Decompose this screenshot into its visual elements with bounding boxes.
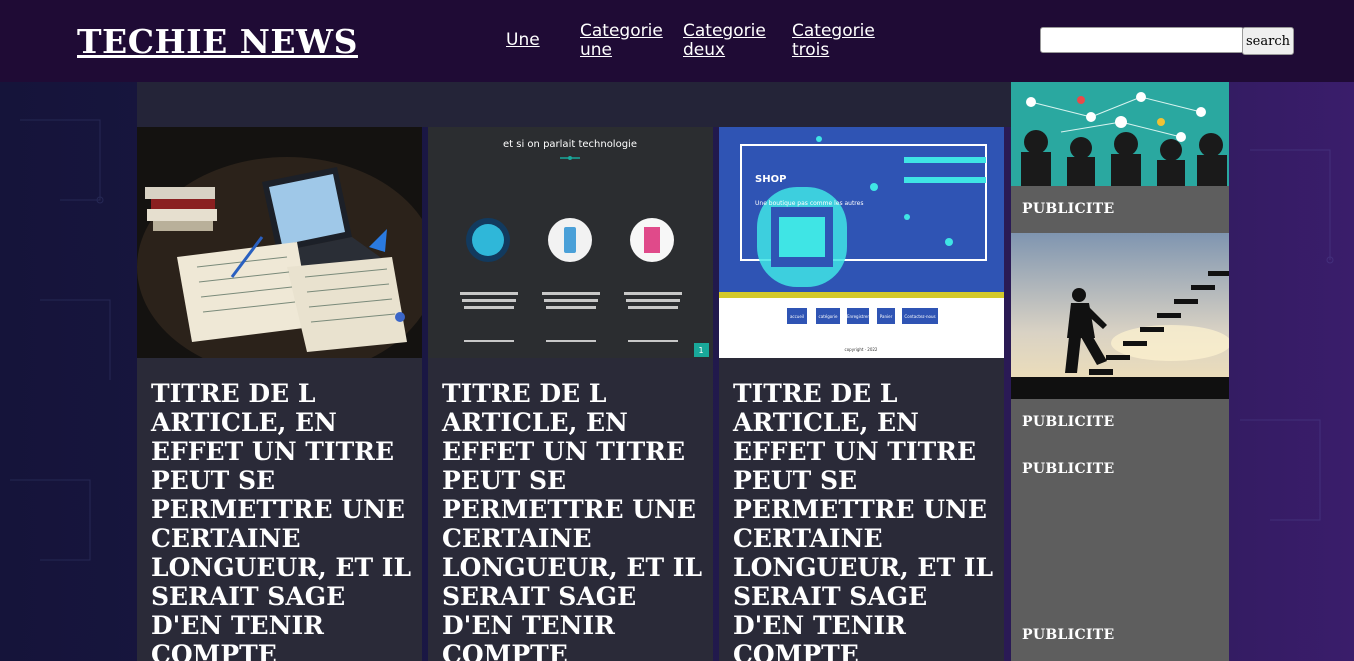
- article-image-website-screenshot[interactable]: et si on parlait technologie 1: [428, 127, 713, 358]
- shop-nav-label: Contactez-nous: [904, 314, 935, 319]
- search-input[interactable]: [1040, 27, 1244, 53]
- nav-label-line2: une: [580, 40, 613, 60]
- nav-label-line2: deux: [683, 40, 726, 60]
- shop-footer: copyright · 2022: [845, 347, 878, 352]
- website-page-badge: 1: [698, 346, 703, 355]
- ad-image-stairs[interactable]: [1011, 233, 1229, 399]
- article-title[interactable]: TITRE DE L ARTICLE, EN EFFET UN TITRE PE…: [442, 379, 704, 661]
- nav-label-line1: Categorie: [792, 21, 875, 41]
- site-logo[interactable]: TECHIE NEWS: [77, 22, 358, 61]
- nav-link-categorie-une[interactable]: Categorie une: [580, 22, 663, 60]
- nav-label: Une: [506, 30, 540, 50]
- article-image-notebook[interactable]: [137, 127, 422, 358]
- shop-nav-label: Enregistrer: [847, 314, 869, 319]
- ad-label: PUBLICITE: [1022, 414, 1115, 430]
- ad-label: PUBLICITE: [1022, 461, 1115, 477]
- content-top-strip: [137, 82, 1011, 127]
- article-title[interactable]: TITRE DE L ARTICLE, EN EFFET UN TITRE PE…: [733, 379, 995, 661]
- nav-label-line2: trois: [792, 40, 830, 60]
- article-image-shop-screenshot[interactable]: SHOP Une boutique pas comme les autres a…: [719, 127, 1004, 358]
- website-heading: et si on parlait technologie: [503, 139, 637, 150]
- article-card[interactable]: SHOP Une boutique pas comme les autres a…: [719, 127, 1004, 661]
- nav-link-categorie-trois[interactable]: Categorie trois: [792, 22, 875, 60]
- nav-label-line1: Categorie: [580, 21, 663, 41]
- article-card[interactable]: TITRE DE L ARTICLE, EN EFFET UN TITRE PE…: [137, 127, 422, 661]
- shop-title: SHOP: [755, 174, 786, 185]
- shop-nav-label: catégorie: [819, 314, 838, 319]
- nav-label-line1: Categorie: [683, 21, 766, 41]
- ad-image-network-people[interactable]: [1011, 82, 1229, 186]
- shop-nav-label: accueil: [790, 314, 804, 319]
- ad-label: PUBLICITE: [1022, 627, 1115, 643]
- article-title[interactable]: TITRE DE L ARTICLE, EN EFFET UN TITRE PE…: [151, 379, 413, 661]
- shop-tagline: Une boutique pas comme les autres: [755, 200, 863, 207]
- nav-link-une[interactable]: Une: [506, 31, 540, 50]
- search-button[interactable]: search: [1242, 27, 1294, 55]
- sidebar-ads: PUBLICITE PUBLICITE PUBLICITE PUBLICITE: [1011, 0, 1229, 661]
- ad-label: PUBLICITE: [1022, 201, 1115, 217]
- article-card[interactable]: et si on parlait technologie 1 TITRE DE …: [428, 127, 713, 661]
- nav-link-categorie-deux[interactable]: Categorie deux: [683, 22, 766, 60]
- shop-nav-label: Panier: [880, 314, 893, 319]
- site-header: TECHIE NEWS Une Categorie une Categorie …: [0, 0, 1354, 82]
